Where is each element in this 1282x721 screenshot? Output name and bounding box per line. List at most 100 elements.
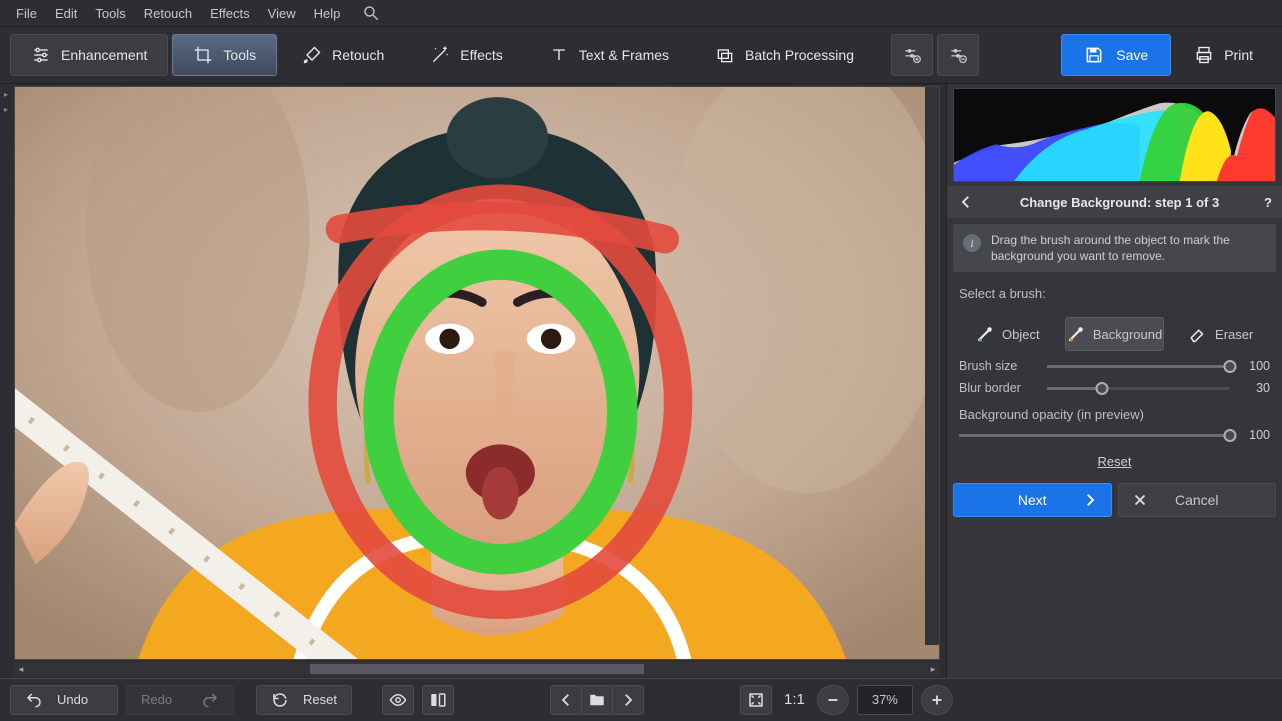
chevron-right-icon (1081, 491, 1099, 509)
canvas-scrollbar-horizontal[interactable]: ◂ ▸ (14, 662, 940, 676)
folder-icon (588, 691, 606, 709)
redo-icon (201, 691, 219, 709)
brush-size-value: 100 (1240, 359, 1270, 373)
tab-label: Batch Processing (745, 47, 854, 63)
menu-tools[interactable]: Tools (87, 2, 133, 25)
brush-icon (302, 45, 322, 65)
close-icon (1131, 491, 1149, 509)
crop-icon (193, 45, 213, 65)
print-button[interactable]: Print (1175, 34, 1272, 76)
histogram[interactable] (953, 88, 1276, 182)
plus-icon (928, 691, 946, 709)
brush-background[interactable]: Background (1065, 317, 1165, 351)
blur-border-slider[interactable] (1047, 387, 1230, 390)
zoom-out-button[interactable] (817, 685, 849, 715)
text-icon (549, 45, 569, 65)
select-brush-label: Select a brush: (947, 278, 1282, 309)
compare-toggle[interactable] (422, 685, 454, 715)
save-icon (1084, 45, 1104, 65)
next-image-button[interactable] (612, 685, 644, 715)
info-box: i Drag the brush around the object to ma… (953, 224, 1276, 272)
panel-title: Change Background: step 1 of 3 (983, 195, 1256, 210)
back-icon[interactable] (957, 193, 975, 211)
bg-opacity-slider[interactable] (959, 434, 1230, 437)
tab-tools[interactable]: Tools (172, 34, 277, 76)
reset-link[interactable]: Reset (947, 446, 1282, 483)
info-icon: i (963, 234, 981, 252)
tab-text-frames[interactable]: Text & Frames (528, 34, 690, 76)
help-icon[interactable]: ? (1264, 195, 1272, 210)
canvas-area: ◂ ▸ (12, 84, 946, 678)
minus-icon (824, 691, 842, 709)
blur-border-label: Blur border (959, 381, 1037, 395)
eraser-icon (1189, 325, 1207, 343)
chevron-right-icon (619, 691, 637, 709)
bg-opacity-value: 100 (1240, 428, 1270, 442)
adjust-add-button[interactable] (891, 34, 933, 76)
menu-help[interactable]: Help (306, 2, 349, 25)
tab-batch-processing[interactable]: Batch Processing (694, 34, 875, 76)
save-label: Save (1116, 47, 1148, 63)
chevron-left-icon (557, 691, 575, 709)
histogram-graph (954, 89, 1275, 181)
menu-effects[interactable]: Effects (202, 2, 258, 25)
collapsed-left-panel[interactable]: ▸▸ (0, 84, 12, 678)
undo-button[interactable]: Undo (10, 685, 118, 715)
bottombar: Undo Redo Reset 1:1 37% (0, 678, 1282, 720)
tab-enhancement[interactable]: Enhancement (10, 34, 168, 76)
menu-edit[interactable]: Edit (47, 2, 85, 25)
save-button[interactable]: Save (1061, 34, 1171, 76)
menubar: File Edit Tools Retouch Effects View Hel… (0, 0, 1282, 26)
redo-label: Redo (141, 692, 172, 707)
adjust-remove-button[interactable] (937, 34, 979, 76)
tab-label: Tools (223, 47, 256, 63)
brush-background-icon (1067, 325, 1085, 343)
info-text: Drag the brush around the object to mark… (991, 232, 1266, 264)
next-button[interactable]: Next (953, 483, 1112, 517)
fit-screen-button[interactable] (740, 685, 772, 715)
redo-button[interactable]: Redo (126, 685, 234, 715)
eye-icon (389, 691, 407, 709)
cancel-button[interactable]: Cancel (1118, 483, 1277, 517)
search-icon[interactable] (354, 0, 388, 26)
prev-image-button[interactable] (550, 685, 582, 715)
reset-label: Reset (303, 692, 337, 707)
reset-button[interactable]: Reset (256, 685, 352, 715)
brush-object-icon (976, 325, 994, 343)
preview-toggle[interactable] (382, 685, 414, 715)
right-panel: Change Background: step 1 of 3 ? i Drag … (946, 84, 1282, 678)
undo-label: Undo (57, 692, 88, 707)
browse-button[interactable] (581, 685, 613, 715)
tab-retouch[interactable]: Retouch (281, 34, 405, 76)
compare-icon (429, 691, 447, 709)
menu-file[interactable]: File (8, 2, 45, 25)
brush-eraser[interactable]: Eraser (1172, 317, 1270, 351)
sliders-minus-icon (948, 45, 968, 65)
actual-size-button[interactable]: 1:1 (780, 691, 809, 708)
sliders-plus-icon (902, 45, 922, 65)
layers-icon (715, 45, 735, 65)
tab-label: Text & Frames (579, 47, 669, 63)
tab-effects[interactable]: Effects (409, 34, 524, 76)
toolbar: Enhancement Tools Retouch Effects Text &… (0, 26, 1282, 84)
nav-group (550, 685, 644, 715)
canvas-scrollbar-vertical[interactable] (925, 87, 939, 645)
brush-label: Eraser (1215, 327, 1253, 342)
blur-border-value: 30 (1240, 381, 1270, 395)
undo-icon (25, 691, 43, 709)
brush-label: Object (1002, 327, 1040, 342)
wand-icon (430, 45, 450, 65)
brush-size-slider[interactable] (1047, 365, 1230, 368)
zoom-value[interactable]: 37% (857, 685, 913, 715)
image-canvas[interactable] (14, 86, 940, 660)
brush-size-label: Brush size (959, 359, 1037, 373)
reset-icon (271, 691, 289, 709)
fit-icon (747, 691, 765, 709)
sliders-icon (31, 45, 51, 65)
menu-retouch[interactable]: Retouch (136, 2, 200, 25)
tab-label: Effects (460, 47, 503, 63)
menu-view[interactable]: View (260, 2, 304, 25)
brush-object[interactable]: Object (959, 317, 1057, 351)
zoom-in-button[interactable] (921, 685, 953, 715)
cancel-label: Cancel (1175, 492, 1219, 508)
